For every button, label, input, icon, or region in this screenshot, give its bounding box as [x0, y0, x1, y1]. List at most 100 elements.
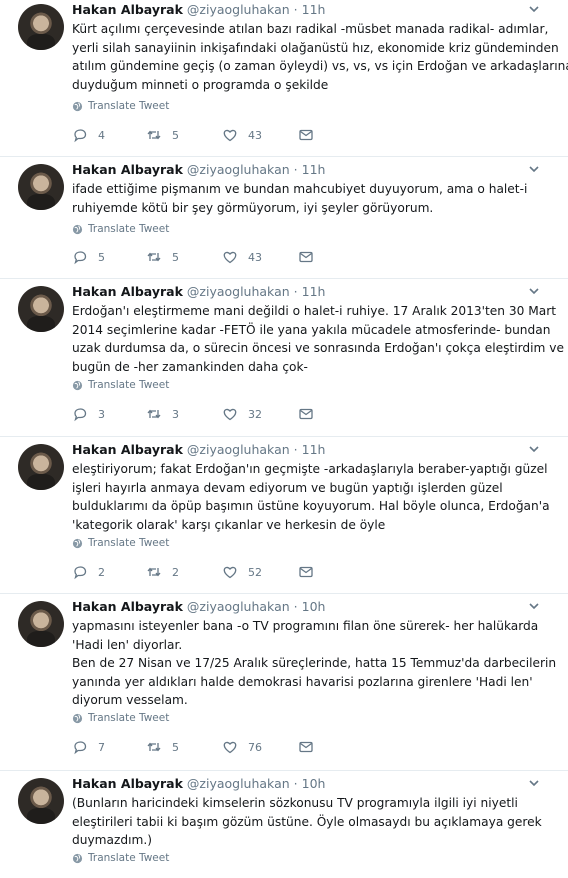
retweet-icon	[147, 742, 161, 752]
author-name[interactable]: Hakan Albayrak	[72, 2, 183, 17]
tweet-text-line: bugün de -her zamankinden daha çok-	[72, 359, 308, 374]
avatar[interactable]	[18, 286, 64, 332]
tweet-header: Hakan Albayrak @ziyaogluhakan · 11h	[72, 284, 325, 300]
direct-message-button[interactable]	[298, 406, 314, 422]
tweet-timestamp[interactable]: 11h	[302, 162, 326, 177]
like-count: 76	[248, 740, 262, 754]
reply-button[interactable]: 2	[72, 564, 105, 580]
avatar[interactable]	[18, 444, 64, 490]
tweet-actions: 5 5 43	[72, 249, 332, 267]
author-name[interactable]: Hakan Albayrak	[72, 599, 183, 614]
tweet-text: ifade ettiğime pişmanım ve bundan mahcub…	[72, 180, 542, 217]
tweet-header: Hakan Albayrak @ziyaogluhakan · 11h	[72, 162, 325, 178]
translate-tweet-link[interactable]: Translate Tweet	[72, 100, 169, 112]
globe-icon	[72, 101, 83, 111]
globe-icon	[72, 224, 83, 234]
tweet-header: Hakan Albayrak @ziyaogluhakan · 10h	[72, 776, 325, 792]
heart-icon	[223, 408, 237, 421]
tweet-timestamp[interactable]: 11h	[302, 2, 326, 17]
translate-tweet-link[interactable]: Translate Tweet	[72, 223, 169, 235]
separator-dot: ·	[293, 162, 298, 177]
translate-tweet-link[interactable]: Translate Tweet	[72, 537, 169, 549]
chevron-down-icon[interactable]	[527, 2, 541, 16]
tweet-text-line: yapmasını isteyenler bana -o TV programı…	[72, 619, 539, 633]
envelope-icon	[299, 741, 313, 753]
like-button[interactable]: 32	[222, 406, 262, 422]
author-name[interactable]: Hakan Albayrak	[72, 442, 183, 457]
tweet-divider	[0, 770, 568, 771]
avatar[interactable]	[18, 601, 64, 647]
like-button[interactable]: 52	[222, 564, 262, 580]
direct-message-button[interactable]	[298, 249, 314, 265]
tweet-actions: 3 3 32	[72, 406, 332, 424]
like-button[interactable]: 43	[222, 127, 262, 143]
chevron-down-icon[interactable]	[527, 442, 541, 456]
reply-icon	[74, 741, 87, 755]
tweet-header: Hakan Albayrak @ziyaogluhakan · 11h	[72, 2, 325, 18]
translate-tweet-link[interactable]: Translate Tweet	[72, 852, 169, 864]
chevron-down-icon[interactable]	[527, 776, 541, 790]
author-name[interactable]: Hakan Albayrak	[72, 162, 183, 177]
author-handle[interactable]: @ziyaogluhakan	[187, 599, 290, 614]
tweet-text-line: yanında yer aldıkları halde demokrasi ha…	[72, 674, 533, 689]
author-name[interactable]: Hakan Albayrak	[72, 776, 183, 791]
avatar[interactable]	[18, 778, 64, 824]
retweet-button[interactable]: 5	[146, 249, 179, 265]
tweet-divider	[0, 278, 568, 279]
envelope-icon	[299, 566, 313, 578]
separator-dot: ·	[293, 776, 298, 791]
heart-icon	[223, 566, 237, 579]
heart-icon	[223, 129, 237, 142]
tweet-text-line: yerli silah sanayiinin inkişafındaki ola…	[72, 40, 559, 55]
chevron-down-icon[interactable]	[527, 162, 541, 176]
translate-tweet-link[interactable]: Translate Tweet	[72, 379, 169, 391]
tweet-divider	[0, 593, 568, 594]
direct-message-button[interactable]	[298, 564, 314, 580]
envelope-icon	[299, 251, 313, 263]
tweet-timestamp[interactable]: 10h	[302, 776, 326, 791]
avatar[interactable]	[18, 4, 64, 50]
reply-icon	[74, 129, 87, 143]
direct-message-button[interactable]	[298, 127, 314, 143]
reply-button[interactable]: 7	[72, 739, 105, 755]
author-handle[interactable]: @ziyaogluhakan	[187, 776, 290, 791]
tweet-text-line: Ben de 27 Nisan ve 17/25 Aralık süreçler…	[72, 656, 557, 670]
chevron-down-icon[interactable]	[527, 284, 541, 298]
reply-button[interactable]: 3	[72, 406, 105, 422]
author-handle[interactable]: @ziyaogluhakan	[187, 2, 290, 17]
tweet-timestamp[interactable]: 11h	[302, 442, 326, 457]
tweet-text-line: 2014 seçimlerine kadar -FETÖ ile yana ya…	[72, 322, 551, 337]
tweet-text-line: 'kategorik olarak' karşı çıkanlar ve her…	[72, 517, 386, 532]
retweet-button[interactable]: 5	[146, 739, 179, 755]
like-button[interactable]: 76	[222, 739, 262, 755]
tweet-timestamp[interactable]: 11h	[302, 284, 326, 299]
reply-button[interactable]: 5	[72, 249, 105, 265]
retweet-count: 5	[172, 250, 179, 264]
separator-dot: ·	[293, 442, 298, 457]
retweet-button[interactable]: 3	[146, 406, 179, 422]
reply-count: 7	[98, 740, 105, 754]
retweet-button[interactable]: 2	[146, 564, 179, 580]
tweet-text-line: duyduğum minneti o programda o şekilde	[72, 77, 329, 92]
reply-count: 5	[98, 250, 105, 264]
tweet-text-line: eleştirileri tabii ki başım gözüm üstüne…	[72, 814, 542, 829]
translate-tweet-link[interactable]: Translate Tweet	[72, 712, 169, 724]
tweet-text: eleştiriyorum; fakat Erdoğan'ın geçmişte…	[72, 460, 550, 534]
heart-icon	[223, 251, 237, 264]
reply-button[interactable]: 4	[72, 127, 105, 143]
retweet-button[interactable]: 5	[146, 127, 179, 143]
author-name[interactable]: Hakan Albayrak	[72, 284, 183, 299]
author-handle[interactable]: @ziyaogluhakan	[187, 284, 290, 299]
tweet-text-line: ifade ettiğime pişmanım ve bundan mahcub…	[72, 182, 528, 196]
like-button[interactable]: 43	[222, 249, 262, 265]
tweet-actions: 4 5 43	[72, 127, 332, 145]
like-count: 43	[248, 250, 262, 264]
chevron-down-icon[interactable]	[527, 599, 541, 613]
retweet-count: 3	[172, 407, 179, 421]
tweet-timestamp[interactable]: 10h	[302, 599, 326, 614]
retweet-icon	[147, 409, 161, 419]
author-handle[interactable]: @ziyaogluhakan	[187, 162, 290, 177]
author-handle[interactable]: @ziyaogluhakan	[187, 442, 290, 457]
direct-message-button[interactable]	[298, 739, 314, 755]
avatar[interactable]	[18, 164, 64, 210]
